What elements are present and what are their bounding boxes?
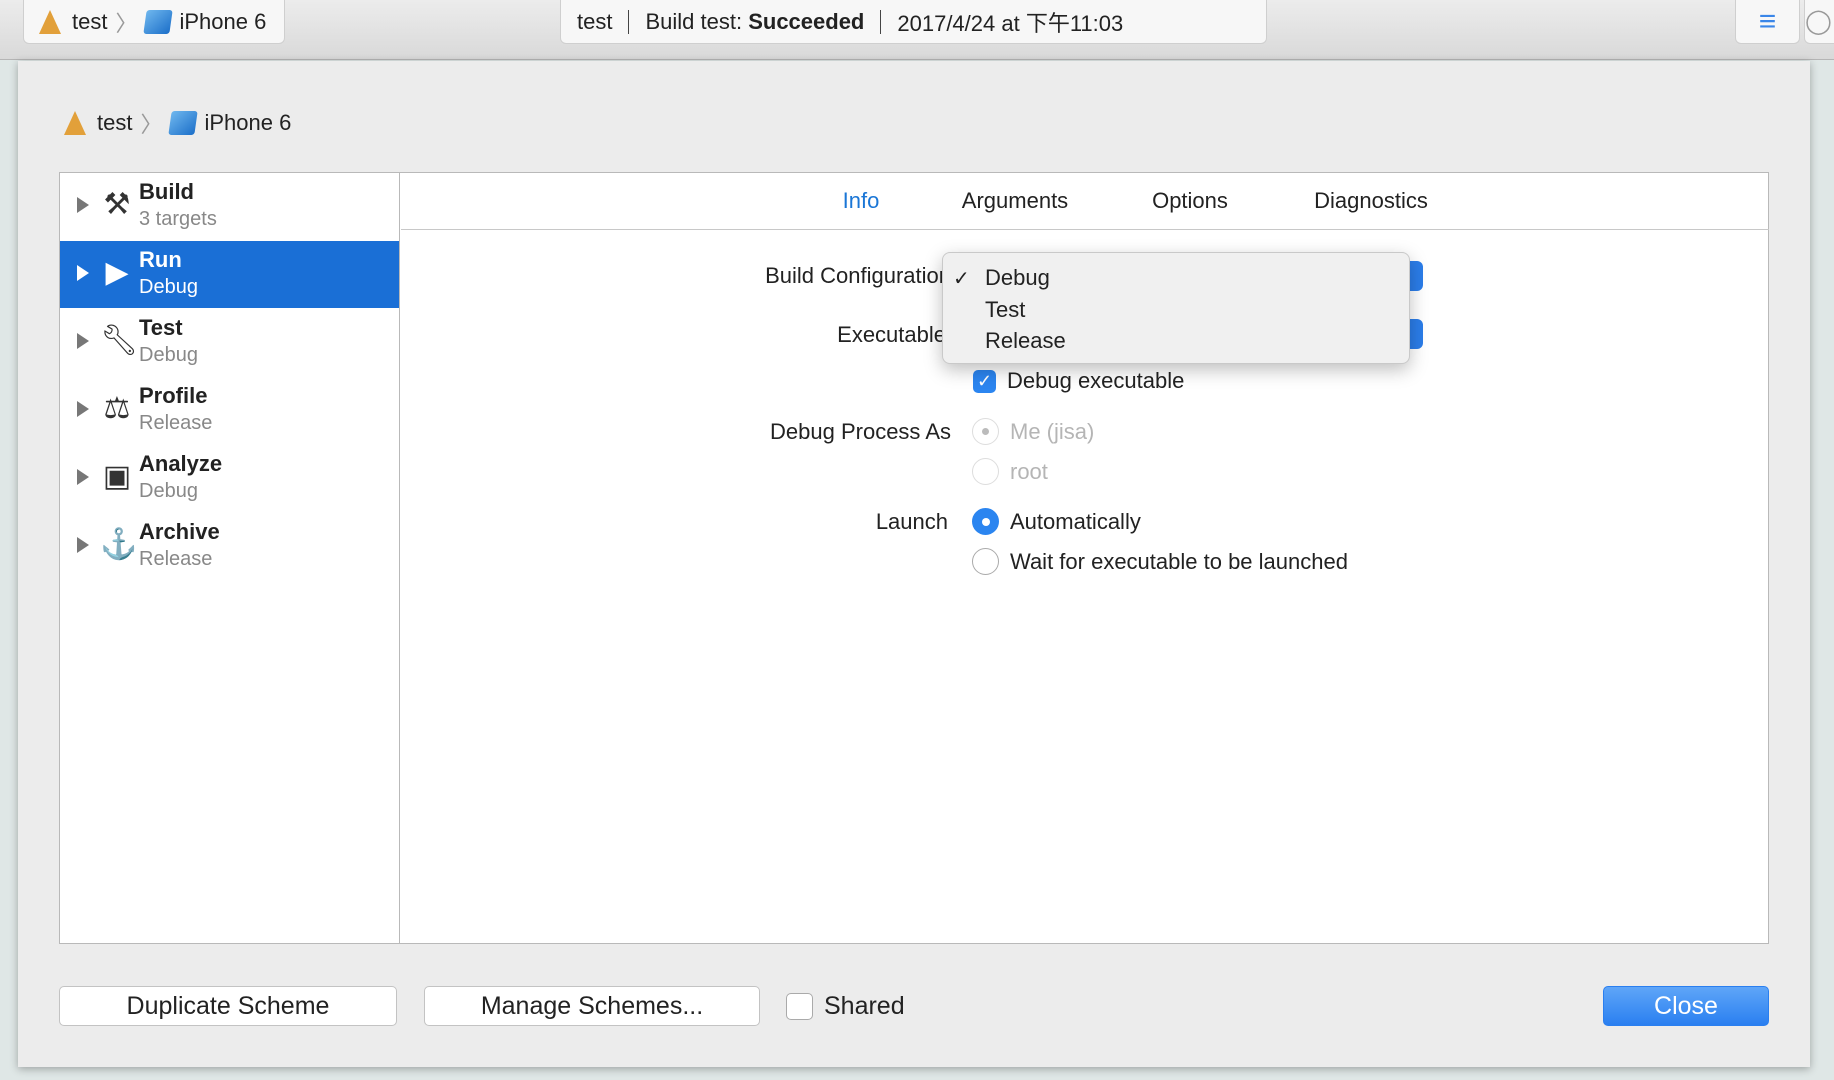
sidebar-item-profile[interactable]: ⚖ Profile Release bbox=[60, 377, 399, 444]
tab-arguments[interactable]: Arguments bbox=[962, 188, 1068, 214]
item-title: Analyze bbox=[139, 451, 223, 476]
scheme-actions-sidebar: ⚒ Build 3 targets ▶ Run Debug 🔧︎ Test Debug ⚖ P… bbox=[60, 173, 400, 943]
radio-icon bbox=[972, 458, 999, 485]
play-icon: ▶ bbox=[105, 256, 129, 289]
close-button[interactable]: Close bbox=[1603, 986, 1769, 1026]
disclosure-triangle-icon[interactable] bbox=[77, 333, 89, 349]
build-configuration-menu: ✓ Debug Test Release bbox=[942, 252, 1410, 364]
wrench-icon: 🔧︎ bbox=[100, 324, 139, 357]
item-subtitle: Release bbox=[139, 548, 213, 570]
chevron-right-icon: 〉 bbox=[140, 112, 163, 137]
checkmark-icon: ✓ bbox=[953, 268, 970, 290]
tab-options[interactable]: Options bbox=[1152, 188, 1228, 214]
debug-process-label: Debug Process As bbox=[770, 419, 951, 444]
menu-item-test[interactable]: Test bbox=[985, 297, 1025, 323]
disclosure-triangle-icon[interactable] bbox=[77, 537, 89, 553]
disclosure-triangle-icon[interactable] bbox=[77, 401, 89, 417]
item-subtitle: Release bbox=[139, 412, 213, 434]
tab-diagnostics[interactable]: Diagnostics bbox=[1314, 188, 1428, 214]
item-title: Profile bbox=[139, 383, 208, 408]
shared-checkbox[interactable]: Shared bbox=[786, 992, 905, 1021]
editor-standard-icon[interactable]: ≡ bbox=[1735, 0, 1800, 44]
radio-label: Wait for executable to be launched bbox=[1010, 548, 1348, 574]
breadcrumb: test 〉 iPhone 6 bbox=[61, 107, 291, 139]
sidebar-item-archive[interactable]: ⚓ Archive Release bbox=[60, 513, 399, 580]
disclosure-triangle-icon[interactable] bbox=[77, 265, 89, 281]
assistant-editor-icon[interactable]: ◯ bbox=[1804, 0, 1834, 44]
status-project: test bbox=[577, 8, 613, 34]
xcode-project-icon bbox=[61, 109, 89, 137]
sidebar-item-analyze[interactable]: ▣ Analyze Debug bbox=[60, 445, 399, 512]
checkbox-label: Shared bbox=[824, 992, 905, 1020]
sidebar-item-build[interactable]: ⚒ Build 3 targets bbox=[60, 173, 399, 240]
status-prefix: Build test: bbox=[645, 8, 743, 34]
status-time: 2017/4/24 at 下午11:03 bbox=[897, 10, 1124, 36]
radio-icon[interactable] bbox=[972, 508, 999, 535]
tab-bar: Info Arguments Options Diagnostics bbox=[401, 173, 1769, 230]
debug-executable-checkbox[interactable]: ✓ Debug executable bbox=[973, 368, 1184, 394]
executable-label: Executable bbox=[837, 322, 946, 347]
item-title: Archive bbox=[139, 519, 220, 544]
disclosure-triangle-icon[interactable] bbox=[77, 197, 89, 213]
device-name: iPhone 6 bbox=[179, 8, 267, 34]
checkmark-icon[interactable]: ✓ bbox=[973, 369, 996, 393]
breadcrumb-project[interactable]: test bbox=[97, 110, 132, 136]
radio-icon[interactable] bbox=[972, 548, 999, 575]
menu-item-release[interactable]: Release bbox=[985, 328, 1066, 354]
item-subtitle: Debug bbox=[139, 480, 198, 502]
build-configuration-label: Build Configuration bbox=[765, 263, 951, 288]
breadcrumb-device[interactable]: iPhone 6 bbox=[204, 110, 291, 136]
sidebar-item-test[interactable]: 🔧︎ Test Debug bbox=[60, 309, 399, 376]
radio-label: root bbox=[1010, 458, 1048, 484]
status-result: Succeeded bbox=[748, 8, 865, 34]
radio-root: root bbox=[972, 458, 1048, 485]
activity-status: test Build test: Succeeded 2017/4/24 at … bbox=[560, 0, 1267, 44]
radio-label: Automatically bbox=[1010, 508, 1141, 534]
radio-icon bbox=[972, 418, 999, 445]
duplicate-scheme-button[interactable]: Duplicate Scheme bbox=[59, 986, 397, 1026]
item-title: Build bbox=[139, 179, 194, 204]
item-title: Test bbox=[139, 315, 183, 340]
device-icon bbox=[168, 111, 199, 135]
analyze-icon: ▣ bbox=[102, 460, 132, 493]
radio-label: Me (jisa) bbox=[1010, 418, 1095, 444]
item-title: Run bbox=[139, 247, 182, 272]
xcode-project-icon bbox=[36, 8, 64, 36]
radio-automatically[interactable]: Automatically bbox=[972, 508, 1141, 535]
scheme-name: test bbox=[72, 8, 108, 34]
instruments-icon: ⚖ bbox=[103, 392, 131, 425]
item-subtitle: 3 targets bbox=[139, 208, 217, 230]
radio-wait[interactable]: Wait for executable to be launched bbox=[972, 548, 1348, 575]
disclosure-triangle-icon[interactable] bbox=[77, 469, 89, 485]
menu-item-debug[interactable]: Debug bbox=[985, 265, 1050, 291]
hammer-icon: ⚒ bbox=[103, 188, 131, 221]
sidebar-item-run[interactable]: ▶ Run Debug bbox=[60, 241, 399, 308]
tab-info[interactable]: Info bbox=[843, 188, 880, 214]
manage-schemes-button[interactable]: Manage Schemes... bbox=[424, 986, 760, 1026]
item-subtitle: Debug bbox=[139, 276, 198, 298]
chevron-right-icon: 〉 bbox=[115, 10, 138, 36]
item-subtitle: Debug bbox=[139, 344, 198, 366]
device-icon bbox=[143, 9, 174, 34]
checkbox-icon[interactable] bbox=[786, 993, 813, 1020]
scheme-selector[interactable]: test 〉 iPhone 6 bbox=[23, 0, 285, 44]
radio-me: Me (jisa) bbox=[972, 418, 1094, 445]
window-toolbar: test 〉 iPhone 6 test Build test: Succeed… bbox=[0, 0, 1834, 60]
launch-label: Launch bbox=[875, 509, 948, 534]
archive-icon: ⚓ bbox=[100, 528, 138, 561]
checkbox-label: Debug executable bbox=[1007, 368, 1185, 393]
